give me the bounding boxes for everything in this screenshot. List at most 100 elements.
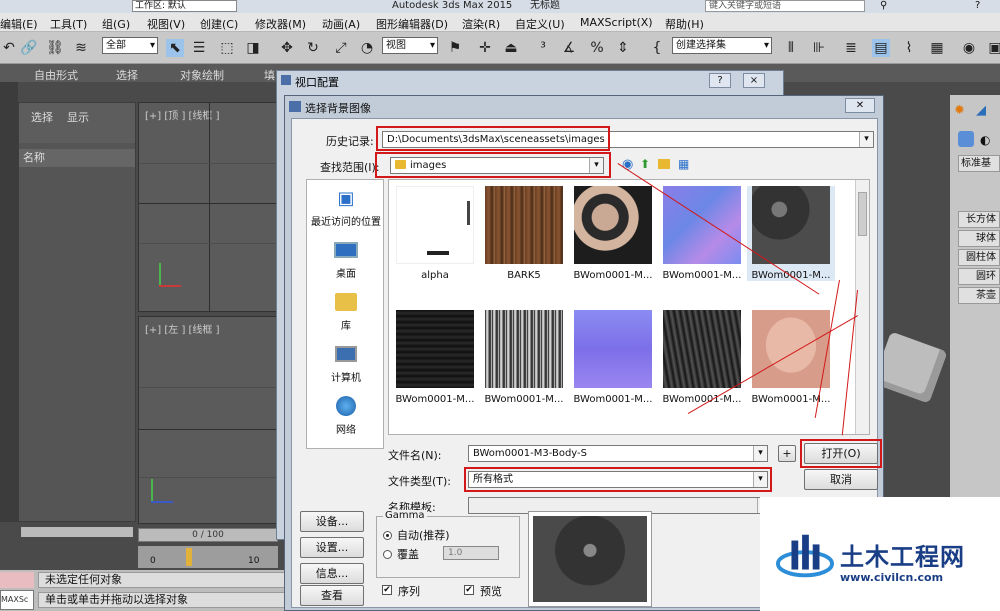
box-button[interactable]: 长方体 xyxy=(958,211,1000,228)
align-icon[interactable]: ⊪ xyxy=(810,39,828,57)
file-bwom-5[interactable]: BWom0001-M... xyxy=(480,310,568,405)
file-alpha[interactable]: alpha xyxy=(391,186,479,281)
new-folder-icon[interactable] xyxy=(658,159,670,169)
link-icon[interactable]: 🔗 xyxy=(20,39,38,57)
cancel-button[interactable]: 取消 xyxy=(804,469,878,490)
object-type-dropdown[interactable]: 标准基本 xyxy=(958,155,1000,172)
menu-rendering[interactable]: 渲染(R) xyxy=(462,16,500,32)
reference-coordinate-dropdown[interactable]: 视图 xyxy=(382,37,438,54)
chevron-down-icon[interactable]: ▾ xyxy=(753,446,767,461)
percent-snap-icon[interactable]: % xyxy=(588,39,606,57)
file-bwom-6[interactable]: BWom0001-M... xyxy=(569,310,657,405)
bind-spacewarp-icon[interactable]: ≋ xyxy=(72,39,90,57)
spinner-snap-icon[interactable]: ⇕ xyxy=(614,39,632,57)
workspace-dropdown[interactable]: 工作区: 默认 xyxy=(132,0,237,12)
menu-create[interactable]: 创建(C) xyxy=(200,16,238,32)
up-folder-icon[interactable]: ⬆ xyxy=(640,157,650,171)
maxscript-label[interactable]: MAXSc xyxy=(0,590,34,610)
tab-select[interactable]: 选择 xyxy=(31,109,53,125)
shapes-icon[interactable]: ◐ xyxy=(980,133,990,147)
mirror-icon[interactable]: ⫴ xyxy=(782,39,800,57)
viewport-left[interactable]: [+] [左 ] [线框 ] xyxy=(138,316,278,524)
viewport-left-label[interactable]: [+] [左 ] [线框 ] xyxy=(145,321,220,336)
place-computer[interactable]: 计算机 xyxy=(307,342,385,384)
menu-help[interactable]: 帮助(H) xyxy=(665,16,704,32)
tab-populate[interactable]: 填 xyxy=(264,67,275,83)
place-recent[interactable]: ▣ 最近访问的位置 xyxy=(307,186,385,229)
move-icon[interactable]: ✥ xyxy=(278,39,296,57)
menu-group[interactable]: 组(G) xyxy=(102,16,130,32)
close-button[interactable]: × xyxy=(743,73,765,88)
help-icon[interactable]: ? xyxy=(975,0,980,11)
create-tab-icon[interactable]: ✹ xyxy=(954,103,965,118)
file-bwom-2[interactable]: BWom0001-M... xyxy=(658,186,746,281)
time-slider[interactable]: 0 / 100 xyxy=(138,528,278,542)
scale-icon[interactable]: ⤢ xyxy=(332,39,350,57)
sequence-checkbox[interactable]: ✔ xyxy=(382,585,392,595)
unlink-icon[interactable]: ⛓ xyxy=(46,39,64,57)
chevron-down-icon[interactable]: ▾ xyxy=(859,132,873,147)
selection-filter[interactable]: 全部 xyxy=(102,37,158,54)
cylinder-button[interactable]: 圆柱体 xyxy=(958,249,1000,266)
sphere-button[interactable]: 球体 xyxy=(958,230,1000,247)
select-manipulate2-icon[interactable]: ✛ xyxy=(476,39,494,57)
select-object-icon[interactable]: ⬉ xyxy=(166,39,184,57)
select-by-name-icon[interactable]: ☰ xyxy=(190,39,208,57)
time-slider-handle[interactable] xyxy=(186,548,192,566)
horizontal-scrollbar[interactable] xyxy=(21,527,133,537)
rotate-icon[interactable]: ↻ xyxy=(304,39,322,57)
file-bwom-3[interactable]: BWom0001-M... xyxy=(747,186,835,281)
file-bark5[interactable]: BARK5 xyxy=(480,186,568,281)
search-input[interactable]: 键入关键字或短语 xyxy=(705,0,865,12)
file-bwom-8[interactable]: BWom0001-M... xyxy=(747,310,835,405)
scene-explorer-icon[interactable]: ▤ xyxy=(872,39,890,57)
torus-button[interactable]: 圆环 xyxy=(958,268,1000,285)
file-bwom-7[interactable]: BWom0001-M... xyxy=(658,310,746,405)
preview-checkbox[interactable]: ✔ xyxy=(464,585,474,595)
view-menu-icon[interactable]: ▦ xyxy=(678,157,689,171)
tab-selection[interactable]: 选择 xyxy=(116,67,138,83)
scrollbar-thumb[interactable] xyxy=(858,192,867,236)
help-button[interactable]: ? xyxy=(709,73,731,88)
place-library[interactable]: 库 xyxy=(307,290,385,332)
gamma-value-spinner[interactable]: 1.0 xyxy=(443,546,499,560)
menu-customize[interactable]: 自定义(U) xyxy=(515,16,565,32)
window-crossing-icon[interactable]: ◨ xyxy=(244,39,262,57)
modify-tab-icon[interactable]: ◢ xyxy=(976,103,986,118)
tab-object-paint[interactable]: 对象绘制 xyxy=(180,67,224,83)
file-list-scrollbar[interactable] xyxy=(855,180,869,434)
menu-views[interactable]: 视图(V) xyxy=(147,16,185,32)
named-selection-sets[interactable]: 创建选择集 xyxy=(672,37,772,54)
render-setup-icon[interactable]: ▣ xyxy=(986,39,1000,57)
name-column-header[interactable]: 名称 xyxy=(19,149,135,167)
snaps-toggle-icon[interactable]: ³ xyxy=(534,39,552,57)
setup-button[interactable]: 设备... xyxy=(300,511,364,532)
edit-named-sel-icon[interactable]: { xyxy=(648,39,666,57)
settings-button[interactable]: 设置... xyxy=(300,537,364,558)
teapot-button[interactable]: 茶壶 xyxy=(958,287,1000,304)
plus-button[interactable]: + xyxy=(778,445,796,462)
angle-snap-icon[interactable]: ∡ xyxy=(560,39,578,57)
undo-icon[interactable]: ↶ xyxy=(0,39,18,57)
menu-modifiers[interactable]: 修改器(M) xyxy=(255,16,306,32)
binoculars-icon[interactable]: ⚲ xyxy=(880,0,887,11)
menu-animation[interactable]: 动画(A) xyxy=(322,16,360,32)
curve-editor-icon[interactable]: ⌇ xyxy=(900,39,918,57)
viewport-top[interactable]: [+] [顶 ] [线框 ] xyxy=(138,102,278,312)
dialog-close-button[interactable]: ✕ xyxy=(845,98,875,113)
menu-graph-editors[interactable]: 图形编辑器(D) xyxy=(376,16,448,32)
maxscript-listener-field[interactable] xyxy=(0,572,34,588)
schematic-view-icon[interactable]: ▦ xyxy=(928,39,946,57)
file-bwom-4[interactable]: BWom0001-M... xyxy=(391,310,479,405)
material-editor-icon[interactable]: ◉ xyxy=(960,39,978,57)
view-button[interactable]: 查看 xyxy=(300,585,364,606)
gamma-override-radio[interactable] xyxy=(383,550,392,559)
tab-display[interactable]: 显示 xyxy=(67,109,89,125)
menu-tools[interactable]: 工具(T) xyxy=(50,16,87,32)
info-button[interactable]: 信息... xyxy=(300,563,364,584)
place-network[interactable]: 网络 xyxy=(307,394,385,436)
keyboard-shortcut-icon[interactable]: ⏏ xyxy=(502,39,520,57)
place-desktop[interactable]: 桌面 xyxy=(307,238,385,280)
select-manipulate-icon[interactable]: ◔ xyxy=(358,39,376,57)
filename-input[interactable]: BWom0001-M3-Body-S ▾ xyxy=(468,445,768,462)
